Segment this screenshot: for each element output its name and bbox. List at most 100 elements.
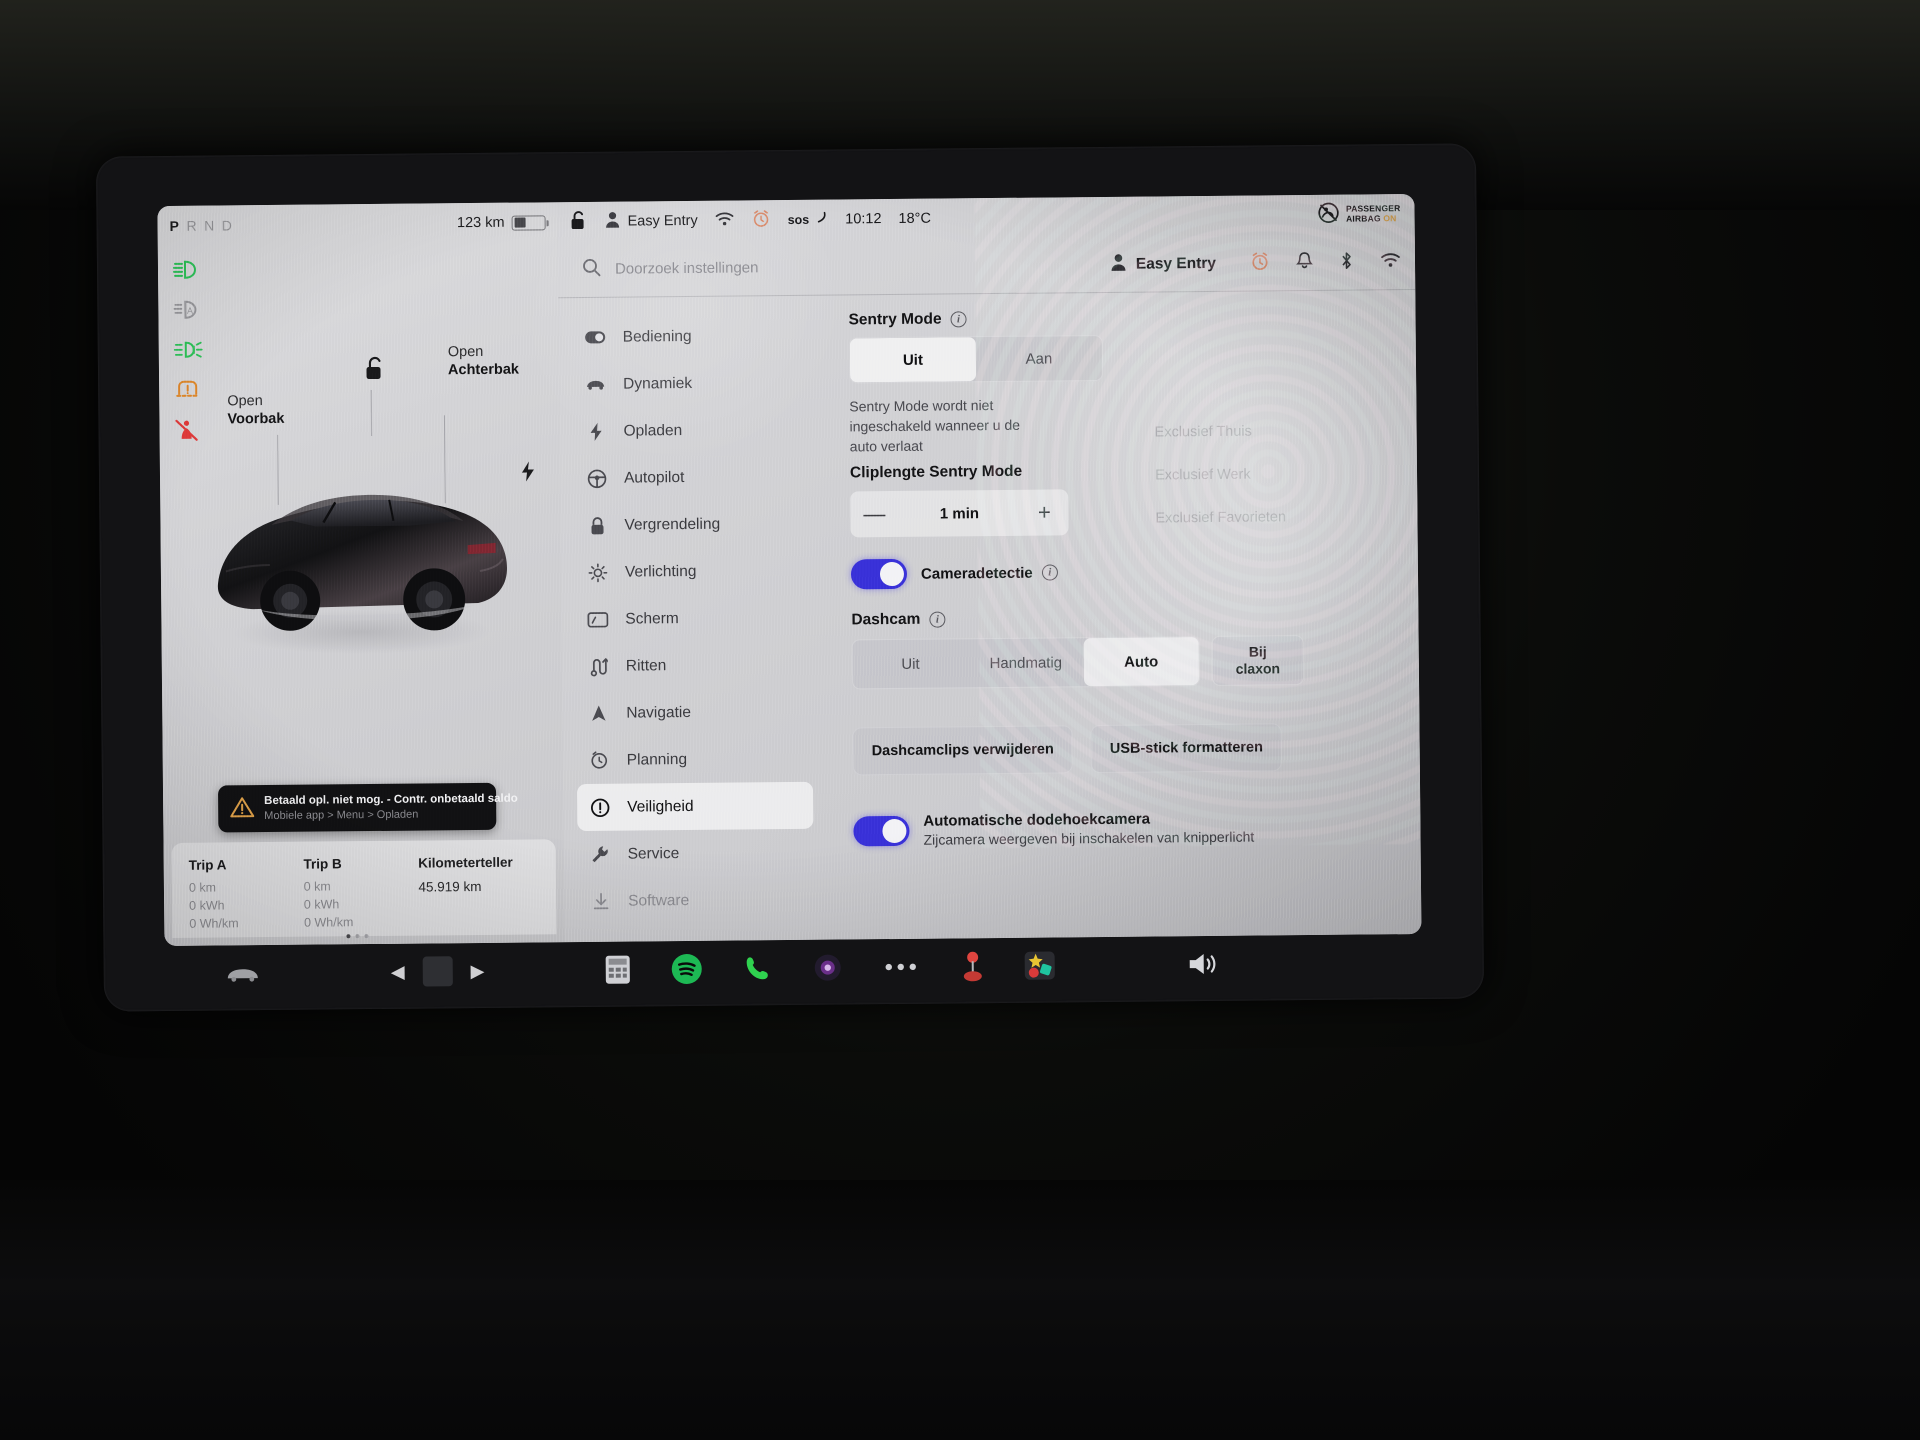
exclusion-favorites[interactable]: Exclusief Favorieten xyxy=(1155,496,1286,540)
blindspot-camera-toggle[interactable] xyxy=(853,815,910,846)
stepper-minus-button[interactable]: — xyxy=(850,501,898,527)
sidebar-item-dynamiek[interactable]: Dynamiek xyxy=(573,359,809,408)
sos-button[interactable]: sos xyxy=(788,211,829,229)
sidebar-item-software[interactable]: Software xyxy=(578,876,814,925)
alarm-clock-icon[interactable] xyxy=(752,209,771,232)
sidebar-item-verlichting[interactable]: Verlichting xyxy=(575,547,811,596)
bluetooth-icon[interactable] xyxy=(1339,250,1354,274)
outside-temperature[interactable]: 18°C xyxy=(898,211,931,227)
sidebar-item-vergrendeling[interactable]: Vergrendeling xyxy=(574,500,810,549)
clip-length-stepper[interactable]: — 1 min + xyxy=(850,489,1069,538)
person-icon xyxy=(604,211,620,233)
spotify-icon[interactable] xyxy=(670,953,702,985)
trip-a-column: Trip A 0 km 0 kWh 0 Wh/km xyxy=(189,857,305,938)
info-icon[interactable]: i xyxy=(929,611,946,628)
games-icon[interactable] xyxy=(1022,949,1056,981)
sidebar-label: Autopilot xyxy=(623,468,685,487)
dashcam-option-auto[interactable]: Auto xyxy=(1083,637,1200,687)
info-icon[interactable]: i xyxy=(950,311,967,328)
sentry-mode-selector[interactable]: Uit Aan xyxy=(848,334,1104,384)
more-icon[interactable] xyxy=(884,962,916,972)
sidebar-item-veiligheid[interactable]: Veiligheid xyxy=(576,781,814,832)
veiligheid-settings-content: Sentry Mode i Uit Aan Sentry Mode wordt … xyxy=(848,306,1402,848)
driver-profile-status[interactable]: Easy Entry xyxy=(604,210,698,233)
stepper-plus-button[interactable]: + xyxy=(1020,499,1068,525)
exclusion-home[interactable]: Exclusief Thuis xyxy=(1154,410,1285,454)
trip-b-efficiency: 0 Wh/km xyxy=(303,914,354,930)
car-icon[interactable] xyxy=(225,963,261,983)
steering-wheel-icon xyxy=(586,468,607,489)
sidebar-item-ritten[interactable]: Ritten xyxy=(576,641,812,690)
trip-odometer-card[interactable]: Trip A 0 km 0 kWh 0 Wh/km Trip B 0 km 0 … xyxy=(171,839,557,938)
passenger-airbag-indicator: PASSENGER AIRBAG ON xyxy=(1318,201,1401,228)
settings-profile-button[interactable]: Easy Entry xyxy=(1110,251,1216,276)
dashcam-option-uit[interactable]: Uit xyxy=(853,639,969,688)
trip-route-icon xyxy=(588,656,609,677)
media-player[interactable]: ◀ ▶ xyxy=(391,956,485,987)
clock-time[interactable]: 10:12 xyxy=(845,211,881,227)
dashcam-honk-button[interactable]: Bij claxon xyxy=(1211,635,1305,687)
wifi-icon[interactable] xyxy=(1380,251,1401,272)
wrench-icon xyxy=(590,844,611,865)
sos-signal-icon xyxy=(816,211,828,229)
camera-icon[interactable] xyxy=(812,953,842,983)
album-art[interactable] xyxy=(422,956,453,987)
dashcam-option-handmatig[interactable]: Handmatig xyxy=(968,638,1084,687)
sentry-option-aan[interactable]: Aan xyxy=(976,336,1102,381)
page-indicator-dots[interactable] xyxy=(346,934,369,939)
camera-detection-toggle[interactable] xyxy=(850,558,908,590)
sidebar-item-bediening[interactable]: Bediening xyxy=(572,312,808,361)
joystick-icon[interactable] xyxy=(958,950,986,982)
previous-track-icon[interactable]: ◀ xyxy=(391,961,405,982)
unlock-icon[interactable] xyxy=(569,209,587,234)
sidebar-label: Opladen xyxy=(623,421,683,440)
odometer-title: Kilometerteller xyxy=(418,854,513,871)
status-profile-name: Easy Entry xyxy=(627,212,698,230)
blindspot-camera-row[interactable]: Automatische dodehoekcamera Zijcamera we… xyxy=(853,808,1402,848)
exclusion-work[interactable]: Exclusief Werk xyxy=(1155,453,1286,497)
trip-b-title: Trip B xyxy=(303,856,342,872)
sidebar-label: Planning xyxy=(626,750,688,769)
dashcam-mode-selector[interactable]: Uit Handmatig Auto xyxy=(851,636,1201,690)
clip-length-title: Cliplengte Sentry Mode xyxy=(849,462,1023,482)
tesla-touchscreen[interactable]: P R N D 123 km A Open Voorbak Open Achte… xyxy=(157,193,1422,947)
volume-icon[interactable] xyxy=(1186,951,1220,977)
camera-detection-row[interactable]: Cameradetectie i xyxy=(850,554,1400,590)
sidebar-label: Service xyxy=(627,844,680,863)
honk-label-line1: Bij xyxy=(1248,643,1267,660)
bell-icon[interactable] xyxy=(1296,251,1313,274)
navigation-arrow-icon xyxy=(588,703,609,724)
alarm-clock-icon[interactable] xyxy=(1250,251,1270,275)
next-track-icon[interactable]: ▶ xyxy=(471,960,485,981)
search-input[interactable]: Doorzoek instellingen xyxy=(582,253,1110,281)
sidebar-label: Veiligheid xyxy=(627,797,694,816)
warning-circle-icon xyxy=(589,797,610,818)
charging-notification-banner[interactable]: Betaald opl. niet mog. - Contr. onbetaal… xyxy=(217,782,518,833)
page-dot-2 xyxy=(355,934,360,939)
notification-title: Betaald opl. niet mog. - Contr. onbetaal… xyxy=(264,792,518,808)
car-icon xyxy=(585,374,606,395)
quick-settings-icons xyxy=(1250,250,1401,275)
sos-label: sos xyxy=(787,212,810,228)
sidebar-label: Software xyxy=(628,891,690,910)
trip-a-energy: 0 kWh xyxy=(189,898,225,913)
sidebar-item-opladen[interactable]: Opladen xyxy=(573,406,809,455)
unlock-icon[interactable] xyxy=(364,356,386,386)
calculator-icon[interactable] xyxy=(604,955,630,985)
sidebar-item-planning[interactable]: Planning xyxy=(577,735,813,784)
vehicle-illustration[interactable] xyxy=(195,453,527,666)
format-usb-button[interactable]: USB-stick formatteren xyxy=(1090,723,1283,774)
wifi-icon[interactable] xyxy=(715,211,735,231)
sidebar-item-navigatie[interactable]: Navigatie xyxy=(576,688,812,737)
sidebar-label: Vergrendeling xyxy=(624,515,721,534)
settings-search-row: Doorzoek instellingen Easy Entry xyxy=(557,233,1416,299)
sidebar-item-scherm[interactable]: Scherm xyxy=(575,594,811,643)
sentry-option-uit[interactable]: Uit xyxy=(849,337,977,383)
phone-icon[interactable] xyxy=(742,953,772,983)
sidebar-item-autopilot[interactable]: Autopilot xyxy=(574,453,810,502)
delete-dashcam-clips-button[interactable]: Dashcamclips verwijderen xyxy=(852,725,1074,776)
info-icon[interactable]: i xyxy=(1041,564,1058,581)
sidebar-item-service[interactable]: Service xyxy=(577,829,813,878)
search-placeholder: Doorzoek instellingen xyxy=(614,259,759,278)
dashcam-action-buttons: Dashcamclips verwijderen USB-stick forma… xyxy=(852,722,1401,776)
